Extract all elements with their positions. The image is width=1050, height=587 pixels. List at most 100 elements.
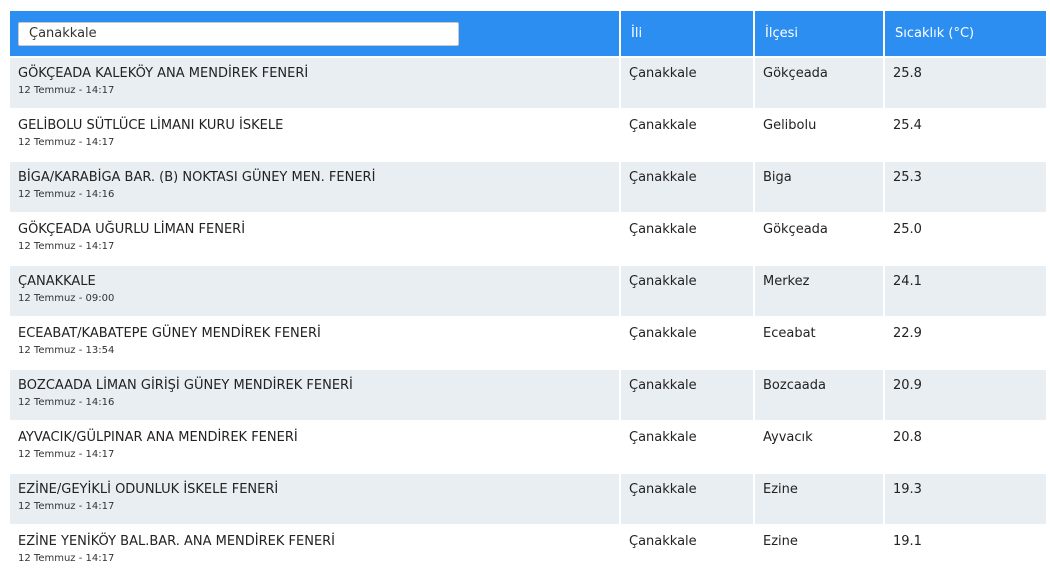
station-cell: ÇANAKKALE 12 Temmuz - 09:00 xyxy=(10,266,619,316)
column-header-province[interactable]: İli xyxy=(621,11,753,56)
temperature-cell: 20.8 xyxy=(885,422,1046,472)
district-value: Ayvacık xyxy=(763,430,813,445)
page: İli İlçesi Sıcaklık (°C) GÖKÇEADA KALEKÖ… xyxy=(0,0,1050,587)
table-row[interactable]: AYVACIK/GÜLPINAR ANA MENDİREK FENERİ 12 … xyxy=(10,422,1046,472)
table-row[interactable]: BİGA/KARABİGA BAR. (B) NOKTASI GÜNEY MEN… xyxy=(10,162,1046,212)
table-row[interactable]: ECEABAT/KABATEPE GÜNEY MENDİREK FENERİ 1… xyxy=(10,318,1046,368)
temperature-cell: 19.3 xyxy=(885,474,1046,524)
station-cell: EZİNE/GEYİKLİ ODUNLUK İSKELE FENERİ 12 T… xyxy=(10,474,619,524)
province-value: Çanakkale xyxy=(629,274,697,289)
station-time: 12 Temmuz - 13:54 xyxy=(18,345,115,356)
table-row[interactable]: GÖKÇEADA KALEKÖY ANA MENDİREK FENERİ 12 … xyxy=(10,58,1046,108)
temperature-value: 25.8 xyxy=(893,66,922,81)
table-row[interactable]: ÇANAKKALE 12 Temmuz - 09:00 Çanakkale Me… xyxy=(10,266,1046,316)
province-cell: Çanakkale xyxy=(621,58,753,108)
temperature-value: 22.9 xyxy=(893,326,922,341)
station-time: 12 Temmuz - 14:17 xyxy=(18,137,115,148)
district-cell: Gökçeada xyxy=(755,214,883,264)
station-time: 12 Temmuz - 14:17 xyxy=(18,449,115,460)
station-name: ECEABAT/KABATEPE GÜNEY MENDİREK FENERİ xyxy=(18,326,321,341)
province-value: Çanakkale xyxy=(629,326,697,341)
temperature-cell: 22.9 xyxy=(885,318,1046,368)
district-value: Merkez xyxy=(763,274,810,289)
province-cell: Çanakkale xyxy=(621,422,753,472)
table-header-row: İli İlçesi Sıcaklık (°C) xyxy=(10,11,1046,56)
temperature-value: 20.8 xyxy=(893,430,922,445)
province-value: Çanakkale xyxy=(629,482,697,497)
district-value: Eceabat xyxy=(763,326,816,341)
district-cell: Bozcaada xyxy=(755,370,883,420)
temperature-value: 25.4 xyxy=(893,118,922,133)
table-row[interactable]: EZİNE YENİKÖY BAL.BAR. ANA MENDİREK FENE… xyxy=(10,526,1046,576)
province-cell: Çanakkale xyxy=(621,318,753,368)
temperature-value: 19.3 xyxy=(893,482,922,497)
station-cell: ECEABAT/KABATEPE GÜNEY MENDİREK FENERİ 1… xyxy=(10,318,619,368)
province-value: Çanakkale xyxy=(629,66,697,81)
search-input[interactable] xyxy=(18,21,459,46)
district-cell: Biga xyxy=(755,162,883,212)
column-header-district[interactable]: İlçesi xyxy=(755,11,883,56)
district-value: Ezine xyxy=(763,482,798,497)
table-row[interactable]: GÖKÇEADA UĞURLU LİMAN FENERİ 12 Temmuz -… xyxy=(10,214,1046,264)
district-cell: Eceabat xyxy=(755,318,883,368)
province-value: Çanakkale xyxy=(629,170,697,185)
temperature-cell: 24.1 xyxy=(885,266,1046,316)
station-cell: GÖKÇEADA UĞURLU LİMAN FENERİ 12 Temmuz -… xyxy=(10,214,619,264)
temperature-cell: 19.1 xyxy=(885,526,1046,576)
province-cell: Çanakkale xyxy=(621,162,753,212)
temperature-value: 20.9 xyxy=(893,378,922,393)
temperature-cell: 20.9 xyxy=(885,370,1046,420)
district-value: Gökçeada xyxy=(763,222,828,237)
province-cell: Çanakkale xyxy=(621,474,753,524)
province-cell: Çanakkale xyxy=(621,266,753,316)
province-cell: Çanakkale xyxy=(621,110,753,160)
district-value: Ezine xyxy=(763,534,798,549)
temperature-cell: 25.0 xyxy=(885,214,1046,264)
temperature-value: 19.1 xyxy=(893,534,922,549)
station-name: AYVACIK/GÜLPINAR ANA MENDİREK FENERİ xyxy=(18,430,298,445)
station-time: 12 Temmuz - 14:17 xyxy=(18,241,115,252)
temperature-value: 24.1 xyxy=(893,274,922,289)
station-name: BOZCAADA LİMAN GİRİŞİ GÜNEY MENDİREK FEN… xyxy=(18,378,353,393)
station-time: 12 Temmuz - 14:16 xyxy=(18,397,115,408)
table-row[interactable]: BOZCAADA LİMAN GİRİŞİ GÜNEY MENDİREK FEN… xyxy=(10,370,1046,420)
station-name: GÖKÇEADA UĞURLU LİMAN FENERİ xyxy=(18,222,246,237)
district-cell: Ezine xyxy=(755,474,883,524)
table-row[interactable]: GELİBOLU SÜTLÜCE LİMANI KURU İSKELE 12 T… xyxy=(10,110,1046,160)
province-cell: Çanakkale xyxy=(621,526,753,576)
district-cell: Merkez xyxy=(755,266,883,316)
district-value: Gökçeada xyxy=(763,66,828,81)
station-cell: BİGA/KARABİGA BAR. (B) NOKTASI GÜNEY MEN… xyxy=(10,162,619,212)
temperature-cell: 25.4 xyxy=(885,110,1046,160)
temperature-cell: 25.3 xyxy=(885,162,1046,212)
station-cell: GÖKÇEADA KALEKÖY ANA MENDİREK FENERİ 12 … xyxy=(10,58,619,108)
table-row[interactable]: EZİNE/GEYİKLİ ODUNLUK İSKELE FENERİ 12 T… xyxy=(10,474,1046,524)
district-cell: Ezine xyxy=(755,526,883,576)
province-cell: Çanakkale xyxy=(621,214,753,264)
district-value: Bozcaada xyxy=(763,378,826,393)
temperature-table: İli İlçesi Sıcaklık (°C) GÖKÇEADA KALEKÖ… xyxy=(8,9,1048,578)
province-cell: Çanakkale xyxy=(621,370,753,420)
station-name: BİGA/KARABİGA BAR. (B) NOKTASI GÜNEY MEN… xyxy=(18,170,376,185)
district-cell: Gökçeada xyxy=(755,58,883,108)
station-time: 12 Temmuz - 14:17 xyxy=(18,553,115,564)
station-cell: EZİNE YENİKÖY BAL.BAR. ANA MENDİREK FENE… xyxy=(10,526,619,576)
station-name: EZİNE/GEYİKLİ ODUNLUK İSKELE FENERİ xyxy=(18,482,279,497)
province-value: Çanakkale xyxy=(629,118,697,133)
column-header-temperature[interactable]: Sıcaklık (°C) xyxy=(885,11,1046,56)
station-name: GÖKÇEADA KALEKÖY ANA MENDİREK FENERİ xyxy=(18,66,309,81)
station-cell: AYVACIK/GÜLPINAR ANA MENDİREK FENERİ 12 … xyxy=(10,422,619,472)
search-header-cell xyxy=(10,11,619,56)
province-value: Çanakkale xyxy=(629,378,697,393)
station-cell: BOZCAADA LİMAN GİRİŞİ GÜNEY MENDİREK FEN… xyxy=(10,370,619,420)
station-time: 12 Temmuz - 09:00 xyxy=(18,293,115,304)
station-time: 12 Temmuz - 14:17 xyxy=(18,85,115,96)
station-time: 12 Temmuz - 14:17 xyxy=(18,501,115,512)
temperature-value: 25.0 xyxy=(893,222,922,237)
district-cell: Ayvacık xyxy=(755,422,883,472)
district-value: Gelibolu xyxy=(763,118,817,133)
station-name: ÇANAKKALE xyxy=(18,274,96,289)
province-value: Çanakkale xyxy=(629,534,697,549)
district-cell: Gelibolu xyxy=(755,110,883,160)
station-time: 12 Temmuz - 14:16 xyxy=(18,189,115,200)
